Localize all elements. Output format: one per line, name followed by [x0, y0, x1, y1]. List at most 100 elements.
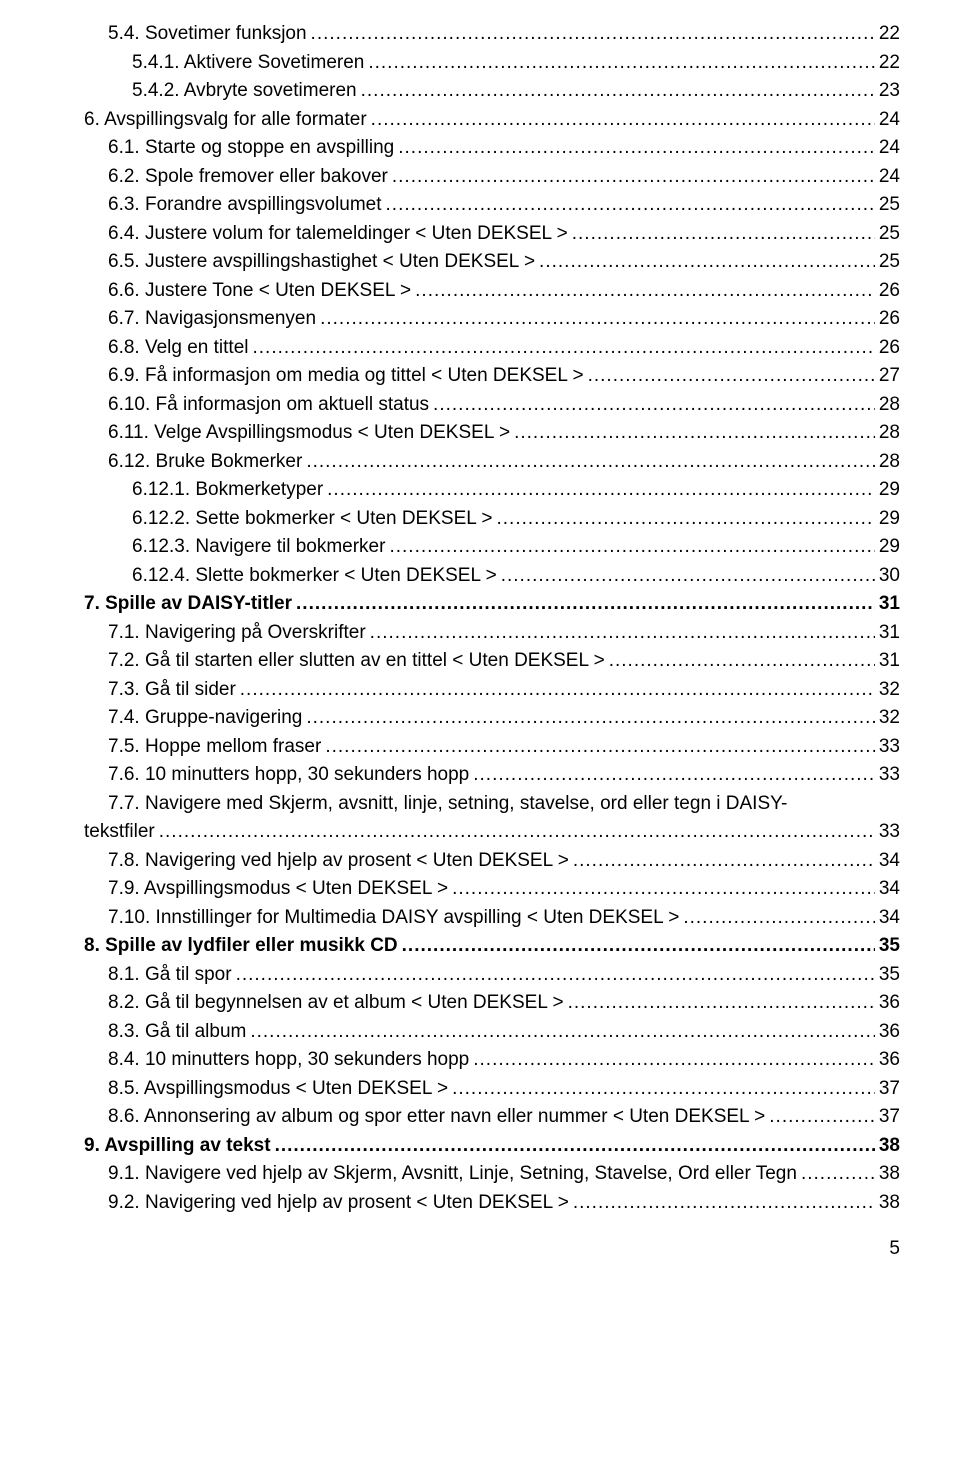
toc-leader-dots — [361, 77, 875, 106]
toc-leader-dots — [588, 362, 875, 391]
toc-entry-page: 22 — [879, 49, 900, 78]
toc-entry-page: 38 — [879, 1132, 900, 1161]
toc-entry-label: 8.2. Gå til begynnelsen av et album < Ut… — [108, 989, 564, 1018]
toc-entry: 8.6. Annonsering av album og spor etter … — [60, 1103, 900, 1132]
toc-entry-page: 25 — [879, 220, 900, 249]
toc-entry: tekstfiler 33 — [60, 818, 900, 847]
toc-entry-page: 32 — [879, 676, 900, 705]
toc-entry: 9.2. Navigering ved hjelp av prosent < U… — [60, 1189, 900, 1218]
toc-entry-label: 6.1. Starte og stoppe en avspilling — [108, 134, 394, 163]
toc-entry-label: 9.2. Navigering ved hjelp av prosent < U… — [108, 1189, 569, 1218]
toc-entry-page: 31 — [879, 647, 900, 676]
toc-entry-page: 34 — [879, 904, 900, 933]
toc-entry-label: 6.8. Velg en tittel — [108, 334, 249, 363]
toc-entry-label: 7.2. Gå til starten eller slutten av en … — [108, 647, 605, 676]
toc-entry-label: 8.5. Avspillingsmodus < Uten DEKSEL > — [108, 1075, 448, 1104]
table-of-contents: 5.4. Sovetimer funksjon225.4.1. Aktivere… — [60, 20, 900, 1217]
toc-entry-label: 5.4. Sovetimer funksjon — [108, 20, 307, 49]
toc-entry-label: 6.12.4. Slette bokmerker < Uten DEKSEL > — [132, 562, 497, 591]
toc-entry-label: 8.3. Gå til album — [108, 1018, 246, 1047]
toc-entry-label: 8.4. 10 minutters hopp, 30 sekunders hop… — [108, 1046, 469, 1075]
toc-entry-page: 26 — [879, 334, 900, 363]
toc-entry: 7.9. Avspillingsmodus < Uten DEKSEL > 34 — [60, 875, 900, 904]
toc-entry-label: 5.4.2. Avbryte sovetimeren — [132, 77, 357, 106]
toc-entry: 8.5. Avspillingsmodus < Uten DEKSEL > 37 — [60, 1075, 900, 1104]
toc-entry-page: 35 — [879, 932, 900, 961]
toc-leader-dots — [683, 904, 875, 933]
toc-leader-dots — [398, 134, 875, 163]
toc-entry-label: 7.7. Navigere med Skjerm, avsnitt, linje… — [108, 793, 787, 814]
toc-entry-label: 6.12.1. Bokmerketyper — [132, 476, 323, 505]
toc-leader-dots — [236, 961, 875, 990]
toc-entry-label: 7.9. Avspillingsmodus < Uten DEKSEL > — [108, 875, 448, 904]
toc-entry-label: 6.2. Spole fremover eller bakover — [108, 163, 388, 192]
toc-entry-page: 24 — [879, 134, 900, 163]
toc-entry-page: 35 — [879, 961, 900, 990]
toc-entry-label: tekstfiler — [84, 818, 155, 847]
toc-leader-dots — [415, 277, 875, 306]
toc-entry-label: 9.1. Navigere ved hjelp av Skjerm, Avsni… — [108, 1160, 797, 1189]
toc-entry-page: 33 — [879, 733, 900, 762]
toc-entry-page: 30 — [879, 562, 900, 591]
toc-entry: 7. Spille av DAISY-titler31 — [60, 590, 900, 619]
toc-entry-label: 7.4. Gruppe-navigering — [108, 704, 302, 733]
toc-entry: 7.3. Gå til sider32 — [60, 676, 900, 705]
toc-leader-dots — [473, 761, 875, 790]
toc-entry-page: 29 — [879, 505, 900, 534]
toc-leader-dots — [253, 334, 875, 363]
toc-entry-page: 36 — [879, 989, 900, 1018]
toc-entry-label: 6. Avspillingsvalg for alle formater — [84, 106, 367, 135]
toc-entry-page: 24 — [879, 163, 900, 192]
toc-entry: 7.10. Innstillinger for Multimedia DAISY… — [60, 904, 900, 933]
toc-entry-label: 6.9. Få informasjon om media og tittel <… — [108, 362, 584, 391]
toc-entry-page: 25 — [879, 191, 900, 220]
toc-leader-dots — [370, 619, 875, 648]
toc-entry: 6.5. Justere avspillingshastighet < Uten… — [60, 248, 900, 277]
toc-entry: 6.8. Velg en tittel 26 — [60, 334, 900, 363]
toc-entry-page: 22 — [879, 20, 900, 49]
toc-entry: 6.6. Justere Tone < Uten DEKSEL > 26 — [60, 277, 900, 306]
toc-entry: 8.2. Gå til begynnelsen av et album < Ut… — [60, 989, 900, 1018]
toc-entry: 9. Avspilling av tekst38 — [60, 1132, 900, 1161]
toc-entry-label: 8.6. Annonsering av album og spor etter … — [108, 1103, 765, 1132]
toc-entry-page: 29 — [879, 476, 900, 505]
toc-leader-dots — [573, 847, 875, 876]
toc-entry: 9.1. Navigere ved hjelp av Skjerm, Avsni… — [60, 1160, 900, 1189]
toc-leader-dots — [386, 191, 875, 220]
toc-entry-page: 34 — [879, 875, 900, 904]
toc-leader-dots — [433, 391, 875, 420]
toc-entry: 5.4.2. Avbryte sovetimeren 23 — [60, 77, 900, 106]
toc-leader-dots — [573, 1189, 875, 1218]
toc-leader-dots — [501, 562, 875, 591]
toc-entry-label: 7.1. Navigering på Overskrifter — [108, 619, 366, 648]
toc-entry-label: 8. Spille av lydfiler eller musikk CD — [84, 932, 398, 961]
toc-entry: 6.10. Få informasjon om aktuell status28 — [60, 391, 900, 420]
toc-entry-page: 36 — [879, 1018, 900, 1047]
toc-entry-label: 6.3. Forandre avspillingsvolumet — [108, 191, 382, 220]
toc-leader-dots — [311, 20, 875, 49]
toc-leader-dots — [250, 1018, 875, 1047]
toc-entry-page: 28 — [879, 391, 900, 420]
toc-entry-page: 25 — [879, 248, 900, 277]
toc-entry: 7.4. Gruppe-navigering32 — [60, 704, 900, 733]
toc-entry-label: 6.5. Justere avspillingshastighet < Uten… — [108, 248, 535, 277]
toc-entry-page: 31 — [879, 590, 900, 619]
toc-entry-page: 23 — [879, 77, 900, 106]
toc-entry-page: 33 — [879, 818, 900, 847]
page-number: 5 — [60, 1235, 900, 1264]
toc-entry-page: 26 — [879, 277, 900, 306]
toc-entry: 6.12.2. Sette bokmerker < Uten DEKSEL >2… — [60, 505, 900, 534]
toc-entry-label: 6.6. Justere Tone < Uten DEKSEL > — [108, 277, 411, 306]
toc-entry: 6.12. Bruke Bokmerker28 — [60, 448, 900, 477]
toc-entry-page: 37 — [879, 1075, 900, 1104]
toc-leader-dots — [514, 419, 875, 448]
toc-leader-dots — [568, 989, 875, 1018]
toc-leader-dots — [473, 1046, 875, 1075]
toc-entry-page: 38 — [879, 1160, 900, 1189]
toc-entry-page: 28 — [879, 448, 900, 477]
toc-entry-page: 33 — [879, 761, 900, 790]
toc-leader-dots — [452, 1075, 875, 1104]
toc-entry-label: 6.11. Velge Avspillingsmodus < Uten DEKS… — [108, 419, 510, 448]
toc-entry: 6.12.3. Navigere til bokmerker29 — [60, 533, 900, 562]
toc-entry: 6.2. Spole fremover eller bakover 24 — [60, 163, 900, 192]
